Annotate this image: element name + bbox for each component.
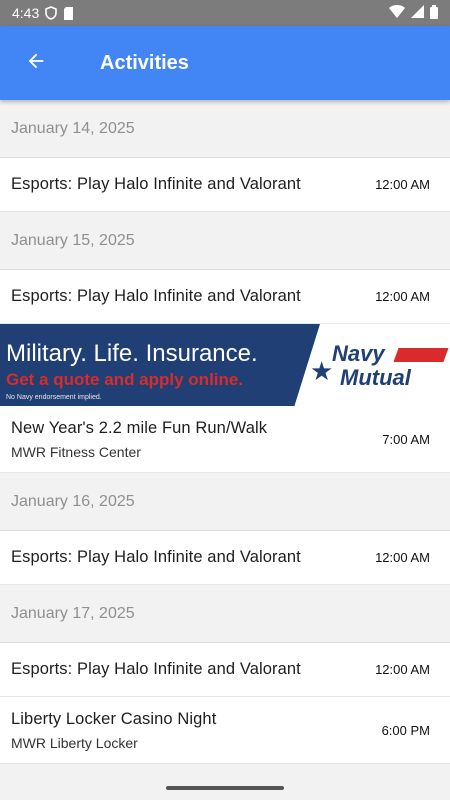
list-item[interactable]: Esports: Play Halo Infinite and Valorant…	[0, 158, 450, 212]
event-time: 12:00 AM	[375, 289, 430, 304]
event-time: 6:00 PM	[381, 722, 430, 738]
date-header: January 14, 2025	[0, 100, 450, 158]
logo-line2: Mutual	[340, 365, 411, 390]
list-item[interactable]: Liberty Locker Casino Night MWR Liberty …	[0, 697, 450, 764]
star-icon: ★	[310, 356, 334, 386]
logo-text: Navy Mutual	[332, 342, 411, 390]
back-button[interactable]	[12, 39, 60, 87]
status-time: 4:43	[12, 5, 40, 21]
event-time: 12:00 AM	[375, 177, 430, 192]
date-header: January 17, 2025	[0, 585, 450, 643]
arrow-left-icon	[25, 50, 47, 77]
date-header: January 15, 2025	[0, 212, 450, 270]
event-time: 7:00 AM	[382, 431, 430, 447]
app-bar: Activities	[0, 26, 450, 100]
ad-headline: Military. Life. Insurance.	[6, 340, 258, 367]
navy-mutual-logo: ★ Navy Mutual	[310, 324, 450, 406]
signal-icon	[411, 5, 424, 21]
event-time: 12:00 AM	[375, 662, 430, 677]
logo-line1: Navy	[332, 341, 385, 366]
battery-icon	[430, 4, 438, 22]
sd-card-icon	[63, 6, 74, 20]
list-item[interactable]: Esports: Play Halo Infinite and Valorant…	[0, 270, 450, 324]
ad-disclaimer: No Navy endorsement implied.	[6, 394, 102, 401]
wifi-icon	[389, 5, 405, 21]
ad-banner[interactable]: Military. Life. Insurance. Get a quote a…	[0, 324, 450, 406]
gesture-handle[interactable]	[166, 786, 284, 790]
list-item[interactable]: Esports: Play Halo Infinite and Valorant…	[0, 531, 450, 585]
shield-icon	[45, 6, 58, 20]
event-time: 12:00 AM	[375, 550, 430, 565]
date-header: January 16, 2025	[0, 473, 450, 531]
list-item[interactable]: Esports: Play Halo Infinite and Valorant…	[0, 643, 450, 697]
status-bar: 4:43	[0, 0, 450, 26]
page-title: Activities	[100, 51, 189, 74]
list-item[interactable]: New Year's 2.2 mile Fun Run/Walk MWR Fit…	[0, 406, 450, 473]
ad-cta: Get a quote and apply online.	[6, 370, 244, 389]
ad-panel: Military. Life. Insurance. Get a quote a…	[0, 324, 320, 406]
activities-list: January 14, 2025 Esports: Play Halo Infi…	[0, 100, 450, 778]
